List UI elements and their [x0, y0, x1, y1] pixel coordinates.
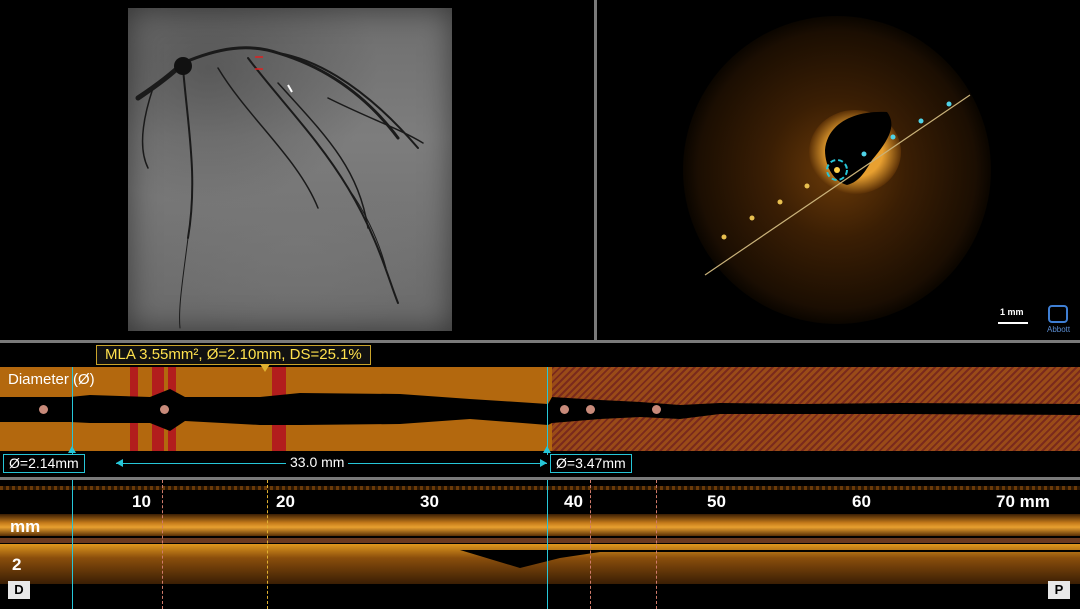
- oct-cross-section-image: [683, 16, 991, 324]
- unit-label: mm: [10, 517, 41, 536]
- arrow-left-icon: [116, 459, 123, 467]
- frame-marker[interactable]: [560, 405, 569, 414]
- frame-marker[interactable]: [586, 405, 595, 414]
- diameter-section: MLA 3.55mm², Ø=2.10mm, DS=25.1% Diameter…: [0, 343, 1080, 477]
- angiography-panel: [0, 0, 594, 340]
- diameter-track-title: Diameter (Ø): [8, 371, 95, 388]
- tick-label: 20: [276, 492, 295, 511]
- distal-reference-diameter: Ø=2.14mm: [3, 454, 85, 473]
- frame-marker[interactable]: [652, 405, 661, 414]
- oct-cross-section-panel: 1 mm Abbott: [597, 0, 1080, 340]
- arrow-right-icon: [540, 459, 547, 467]
- distal-reference-line[interactable]: [72, 367, 73, 455]
- lesion-length: 33.0 mm: [286, 454, 349, 471]
- distal-reference-line[interactable]: [72, 480, 73, 609]
- tick-label: 70 mm: [996, 492, 1050, 511]
- tick-label: 30: [420, 492, 439, 511]
- proximal-reference-line[interactable]: [547, 480, 548, 609]
- coronary-vessels: [135, 46, 424, 329]
- frame-line: [162, 480, 163, 609]
- mla-summary-label: MLA 3.55mm², Ø=2.10mm, DS=25.1%: [96, 345, 371, 365]
- tick-label: 60: [852, 492, 871, 511]
- proximal-reference-line[interactable]: [547, 367, 548, 455]
- longitudinal-view[interactable]: 10 20 30 40 50 60 70 mm mm 2 D P: [0, 480, 1080, 609]
- tick-label: 10: [132, 492, 151, 511]
- frame-marker[interactable]: [160, 405, 169, 414]
- proximal-reference-diameter: Ø=3.47mm: [550, 454, 632, 473]
- abbott-logo-icon: [1048, 305, 1068, 323]
- frame-marker[interactable]: [39, 405, 48, 414]
- distal-handle-icon[interactable]: [68, 446, 76, 453]
- scale-label: 1 mm: [1000, 307, 1024, 317]
- angiogram-image: [128, 8, 452, 331]
- tick-label: 40: [564, 492, 583, 511]
- frame-line: [590, 480, 591, 609]
- proximal-button[interactable]: P: [1048, 581, 1070, 599]
- brand-label: Abbott: [1047, 325, 1071, 334]
- mla-marker-icon[interactable]: [260, 364, 270, 372]
- depth-label: 2: [12, 555, 22, 574]
- tick-label: 50: [707, 492, 726, 511]
- distal-button[interactable]: D: [8, 581, 30, 599]
- scale-bar: [998, 322, 1028, 324]
- proximal-handle-icon[interactable]: [543, 446, 551, 453]
- frame-line: [656, 480, 657, 609]
- mla-frame-line[interactable]: [267, 480, 268, 609]
